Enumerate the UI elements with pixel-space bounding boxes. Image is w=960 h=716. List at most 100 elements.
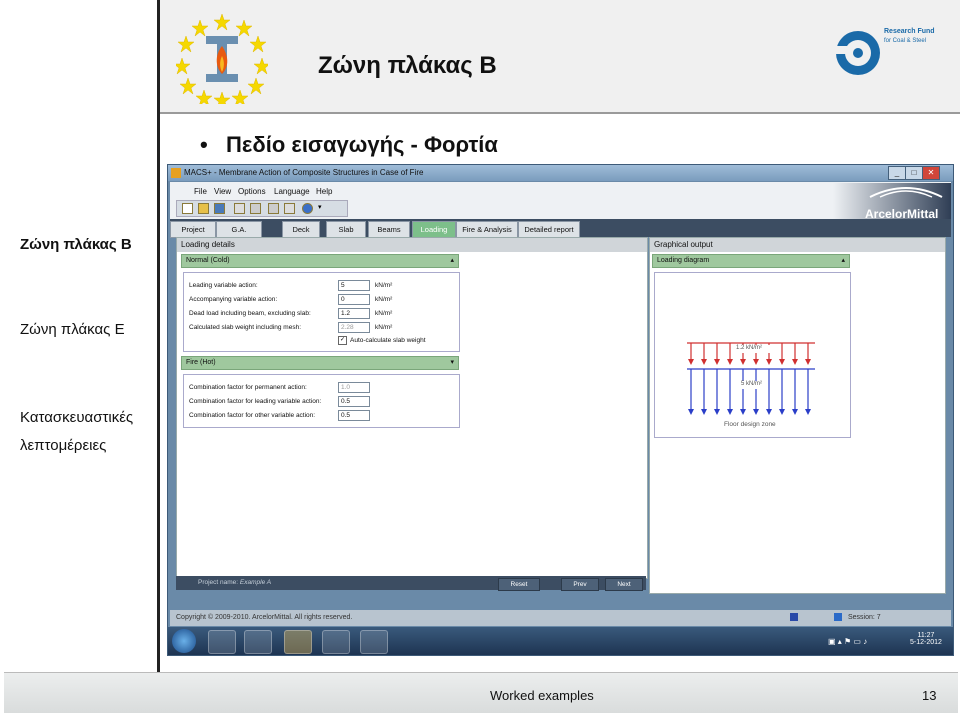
clock-date: 5-12-2012: [910, 639, 942, 646]
maximize-button[interactable]: □: [905, 166, 923, 180]
leading-variable-input[interactable]: 5: [338, 280, 370, 291]
taskbar-paint-icon[interactable]: [322, 630, 350, 654]
prev-button[interactable]: Prev: [561, 578, 599, 591]
rfcs-text-2: for Coal & Steel: [884, 38, 927, 44]
project-name: Project name: Example A: [198, 579, 271, 586]
top-load-label: 1.2 kN/m²: [736, 345, 763, 351]
fire-safety-logo: [176, 13, 268, 104]
dead-load-unit: kN/m²: [375, 310, 393, 317]
next-button[interactable]: Next: [605, 578, 643, 591]
clock-time: 11:27: [917, 632, 935, 639]
window-icon[interactable]: [284, 203, 295, 214]
session-icon: [834, 613, 842, 621]
bullet-text: Πεδίο εισαγωγής - Φορτία: [226, 132, 498, 157]
menu-view[interactable]: View: [214, 187, 231, 196]
side-item-details-1[interactable]: Κατασκευαστικές: [20, 409, 133, 426]
permanent-factor-input[interactable]: 1.0: [338, 382, 370, 393]
collapse-icon[interactable]: ▴: [841, 255, 849, 267]
clock[interactable]: 11:27 5-12-2012: [910, 632, 942, 646]
copyright-text: Copyright © 2009-2010. ArcelorMittal. Al…: [176, 614, 353, 621]
save-icon[interactable]: [214, 203, 225, 214]
menu-options[interactable]: Options: [238, 187, 266, 196]
cold-group-header[interactable]: Normal (Cold) ▴: [181, 254, 459, 268]
menu-file[interactable]: File: [194, 187, 207, 196]
graphical-output-pane: Graphical output Loading diagram ▴ 1.2 k…: [649, 237, 946, 594]
fire-group-header[interactable]: Fire (Hot) ▾: [181, 356, 459, 370]
help-icon[interactable]: [302, 203, 313, 214]
tool-icon[interactable]: [268, 203, 279, 214]
diagram-group-header[interactable]: Loading diagram ▴: [652, 254, 850, 268]
minimize-button[interactable]: _: [888, 166, 906, 180]
collapse-icon[interactable]: ▴: [450, 255, 458, 267]
accompanying-variable-unit: kN/m²: [375, 296, 393, 303]
save-status-icon: [790, 613, 798, 621]
slab-weight-input[interactable]: 2.28: [338, 322, 370, 333]
tab-slab[interactable]: Slab: [326, 221, 366, 238]
other-factor-input[interactable]: 0.5: [338, 410, 370, 421]
window-title: MACS+ - Membrane Action of Composite Str…: [184, 168, 424, 177]
cold-group-label: Normal (Cold): [186, 257, 230, 264]
open-folder-icon[interactable]: [198, 203, 209, 214]
tray-icons[interactable]: ▣ ▴ ⚑ ▭ ♪: [828, 637, 867, 646]
rfcs-text-1: Research Fund: [884, 28, 935, 35]
taskbar-media-icon[interactable]: [244, 630, 272, 654]
tab-project[interactable]: Project: [170, 221, 216, 238]
dead-load-input[interactable]: 1.2: [338, 308, 370, 319]
slide-footer: [4, 672, 958, 713]
tab-beams[interactable]: Beams: [368, 221, 410, 238]
diagram-group-label: Loading diagram: [657, 257, 710, 264]
side-item-details-2[interactable]: λεπτομέρειες: [20, 437, 106, 454]
arcelormittal-swoosh-icon: [869, 187, 943, 198]
tab-deck[interactable]: Deck: [282, 221, 320, 238]
fire-group-label: Fire (Hot): [186, 359, 216, 366]
accompanying-variable-label: Accompanying variable action:: [189, 296, 278, 303]
diagram-caption: Floor design zone: [724, 421, 776, 428]
side-item-zone-e[interactable]: Ζώνη πλάκας Ε: [20, 321, 125, 338]
auto-calc-checkbox[interactable]: ✓: [338, 336, 347, 345]
session-label: Session: 7: [848, 614, 881, 621]
menu-help[interactable]: Help: [316, 187, 332, 196]
taskbar-explorer-icon[interactable]: [208, 630, 236, 654]
loading-diagram: [687, 342, 815, 415]
auto-calc-label: Auto-calculate slab weight: [350, 337, 426, 344]
dead-load-label: Dead load including beam, excluding slab…: [189, 310, 311, 317]
slab-weight-label: Calculated slab weight including mesh:: [189, 324, 302, 331]
tab-loading[interactable]: Loading: [412, 221, 456, 238]
leading-variable-label: Leading variable action:: [189, 282, 258, 289]
slab-weight-unit: kN/m²: [375, 324, 393, 331]
accompanying-variable-input[interactable]: 0: [338, 294, 370, 305]
bullet-line: • Πεδίο εισαγωγής - Φορτία: [200, 132, 498, 157]
print-icon[interactable]: [250, 203, 261, 214]
permanent-factor-label: Combination factor for permanent action:: [189, 384, 307, 391]
app-window: MACS+ - Membrane Action of Composite Str…: [167, 164, 954, 656]
close-button[interactable]: ✕: [922, 166, 940, 180]
rfcs-logo: [834, 31, 880, 75]
print-preview-icon[interactable]: [234, 203, 245, 214]
bottom-load-label: 5 kN/m²: [741, 381, 762, 387]
menu-language[interactable]: Language: [274, 187, 310, 196]
diagram-box: [654, 272, 851, 438]
side-item-zone-b[interactable]: Ζώνη πλάκας Β: [20, 236, 132, 253]
project-name-label: Project name:: [198, 579, 239, 586]
reset-button[interactable]: Reset: [498, 578, 540, 591]
tab-fire-analysis[interactable]: Fire & Analysis: [456, 221, 518, 238]
dropdown-arrow-icon[interactable]: ▾: [318, 203, 322, 211]
taskbar-macs-icon[interactable]: [284, 630, 312, 654]
graphical-output-header: Graphical output: [650, 238, 945, 252]
other-factor-label: Combination factor for other variable ac…: [189, 412, 316, 419]
app-icon: [171, 168, 181, 178]
tab-ga[interactable]: G.A.: [216, 221, 262, 238]
footer-text: Worked examples: [490, 688, 594, 703]
slide-divider: [157, 0, 160, 672]
loading-details-header: Loading details: [177, 238, 647, 252]
tab-detailed-report[interactable]: Detailed report: [518, 221, 580, 238]
leading-variable-unit: kN/m²: [375, 282, 393, 289]
leading-factor-label: Combination factor for leading variable …: [189, 398, 322, 405]
new-file-icon[interactable]: [182, 203, 193, 214]
slide-title: Ζώνη πλάκας Β: [318, 52, 497, 79]
page-number: 13: [922, 688, 937, 703]
leading-factor-input[interactable]: 0.5: [338, 396, 370, 407]
start-button-icon[interactable]: [172, 629, 196, 653]
collapse-icon[interactable]: ▾: [450, 357, 458, 369]
taskbar-document-icon[interactable]: [360, 630, 388, 654]
